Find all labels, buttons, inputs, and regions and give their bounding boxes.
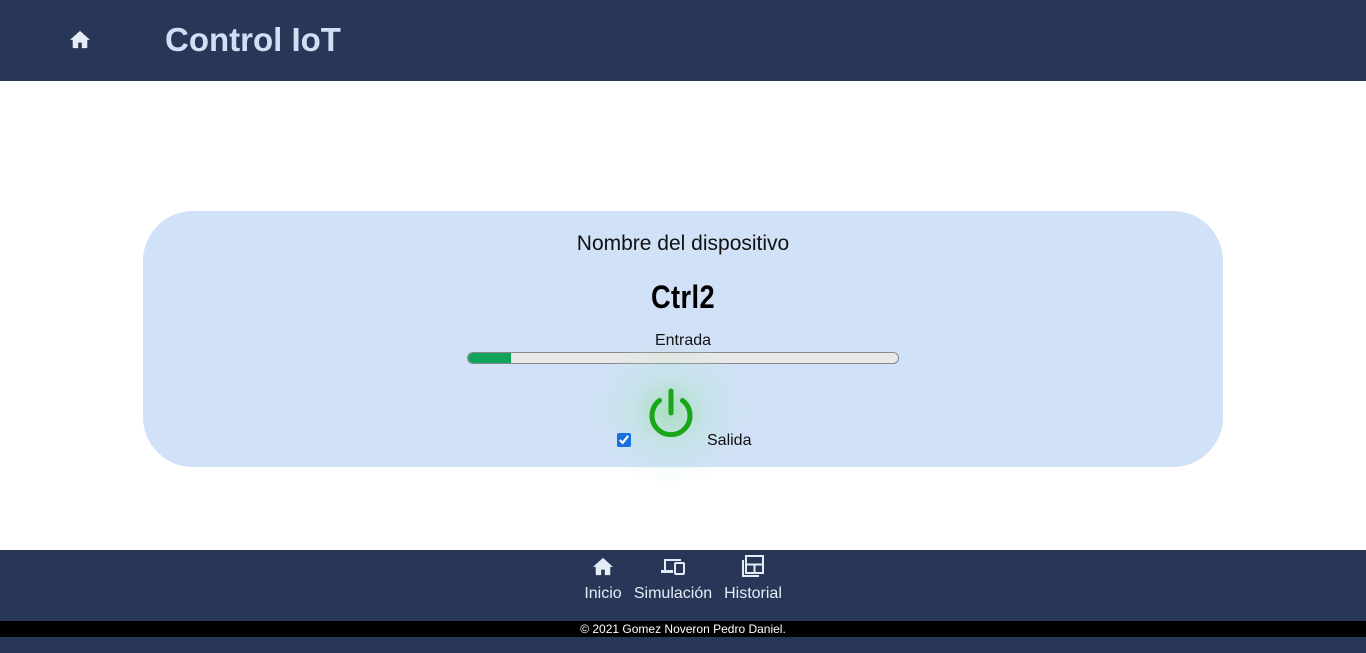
nav-label-historial: Historial <box>724 585 782 602</box>
power-button[interactable] <box>645 387 697 441</box>
footer-strip <box>0 637 1366 653</box>
power-icon <box>649 388 693 438</box>
devices-icon <box>660 554 686 578</box>
device-card: Nombre del dispositivo Ctrl2 Entrada Sal… <box>143 211 1223 491</box>
nav-item-simulacion[interactable]: Simulación <box>633 554 713 604</box>
output-label: Salida <box>707 432 752 449</box>
app-title: Control IoT <box>165 21 341 58</box>
home-button[interactable] <box>66 26 94 52</box>
nav-label-inicio: Inicio <box>584 585 622 602</box>
nav-label-simulacion: Simulación <box>633 585 713 602</box>
device-name: Ctrl2 <box>650 279 716 315</box>
top-app-bar: Control IoT <box>0 0 1366 81</box>
input-label: Entrada <box>654 332 712 349</box>
device-caption: Nombre del dispositivo <box>576 232 790 255</box>
input-level-fill <box>468 353 511 363</box>
home-icon <box>70 30 90 49</box>
home-icon <box>590 554 616 578</box>
bottom-navigation: Inicio Simulación Historial <box>0 550 1366 621</box>
nav-item-inicio[interactable]: Inicio <box>583 554 623 604</box>
nav-item-historial[interactable]: Historial <box>723 554 783 604</box>
copyright-footer: © 2021 Gomez Noveron Pedro Daniel. <box>0 621 1366 637</box>
output-checkbox[interactable] <box>617 433 631 447</box>
input-level-bar <box>467 352 899 364</box>
history-icon <box>740 554 766 578</box>
